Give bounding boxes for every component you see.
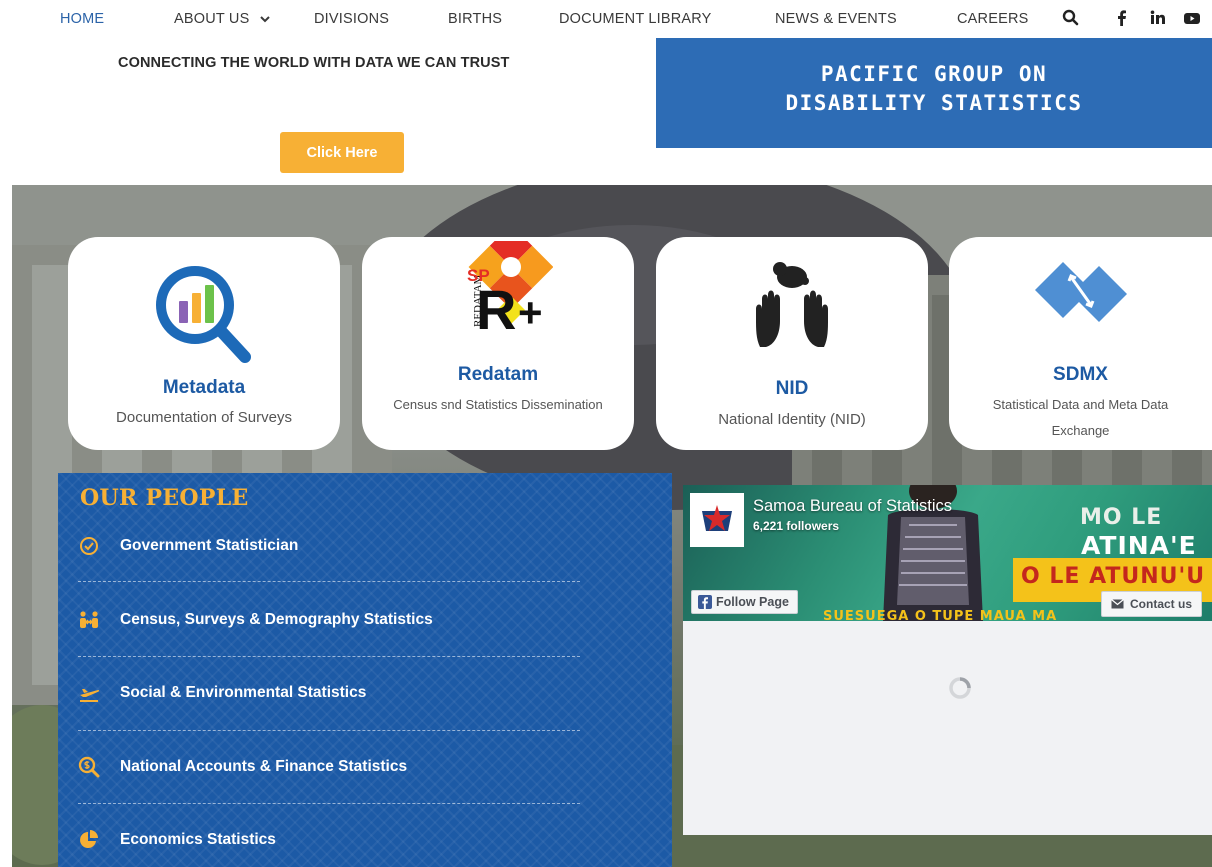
sdmx-logo xyxy=(1034,262,1127,322)
nav-careers[interactable]: CAREERS xyxy=(957,11,1029,27)
people-item-label: Census, Surveys & Demography Statistics xyxy=(120,611,433,628)
banner-line-1: PACIFIC GROUP ON xyxy=(820,62,1048,86)
card-description: Documentation of Surveys xyxy=(116,409,292,426)
facebook-icon xyxy=(698,595,712,609)
youtube-icon[interactable] xyxy=(1182,8,1202,28)
people-item-label: Government Statistician xyxy=(120,537,299,554)
search-icon[interactable] xyxy=(1061,8,1081,28)
magnifier-chart-icon xyxy=(156,266,251,363)
banner-line-2: DISABILITY STATISTICS xyxy=(785,91,1083,115)
people-item-social-environmental[interactable]: Social & Environmental Statistics xyxy=(78,673,580,713)
page-avatar[interactable] xyxy=(690,493,744,547)
card-title: Metadata xyxy=(162,377,246,398)
people-icon xyxy=(80,611,98,628)
cover-line-1: MO LE xyxy=(1080,505,1163,530)
people-item-label: National Accounts & Finance Statistics xyxy=(120,758,408,775)
check-circle-icon xyxy=(80,537,98,555)
cover-line-3: O LE ATUNU'U xyxy=(1021,564,1206,589)
envelope-icon xyxy=(1111,599,1124,609)
our-people-panel: OUR PEOPLE Government Statistician Censu… xyxy=(58,473,672,867)
people-item-government-statistician[interactable]: Government Statistician xyxy=(78,526,580,566)
facebook-page-name[interactable]: Samoa Bureau of Statistics xyxy=(753,497,952,516)
card-metadata[interactable]: Metadata Documentation of Surveys xyxy=(68,237,340,450)
pie-chart-icon xyxy=(80,830,98,848)
divider xyxy=(78,730,580,731)
nav-home[interactable]: HOME xyxy=(60,11,104,27)
card-sdmx[interactable]: SDMX Statistical Data and Meta Data Exch… xyxy=(949,237,1212,450)
card-title: Redatam xyxy=(457,364,539,385)
follow-page-button[interactable]: Follow Page xyxy=(691,590,798,614)
top-navigation: HOME ABOUT US DIVISIONS BIRTHS DOCUMENT … xyxy=(0,0,1212,38)
search-dollar-icon xyxy=(78,756,100,778)
click-here-button[interactable]: Click Here xyxy=(280,132,404,173)
loading-spinner-icon xyxy=(949,677,971,699)
linkedin-icon[interactable] xyxy=(1148,8,1168,28)
follow-page-label: Follow Page xyxy=(716,595,789,609)
svg-text:+: + xyxy=(518,289,543,336)
nav-divisions[interactable]: DIVISIONS xyxy=(314,11,389,27)
nav-news-events[interactable]: NEWS & EVENTS xyxy=(775,11,897,27)
card-description: Census snd Statistics Dissemination xyxy=(393,397,603,412)
people-item-label: Social & Environmental Statistics xyxy=(120,684,367,701)
facebook-page-widget: MO LE ATINA'E O LE ATUNU'U SUESUEGA O TU… xyxy=(683,485,1212,835)
pacific-group-disability-banner[interactable]: PACIFIC GROUP ON DISABILITY STATISTICS xyxy=(656,38,1212,148)
people-item-economics[interactable]: Economics Statistics xyxy=(78,820,580,860)
facebook-followers: 6,221 followers xyxy=(753,519,840,533)
divider xyxy=(78,803,580,804)
our-people-title: OUR PEOPLE xyxy=(80,485,249,511)
facebook-icon[interactable] xyxy=(1112,8,1132,28)
cover-line-2: ATINA'E xyxy=(1081,531,1197,560)
redatam-logo-sp: SP xyxy=(467,266,490,285)
card-title: NID xyxy=(775,378,809,399)
people-item-label: Economics Statistics xyxy=(120,831,276,848)
contact-us-button[interactable]: Contact us xyxy=(1101,591,1203,617)
divider xyxy=(78,656,580,657)
divider xyxy=(78,581,580,582)
facebook-cover-image[interactable]: MO LE ATINA'E O LE ATUNU'U SUESUEGA O TU… xyxy=(683,485,1212,621)
nav-document-library[interactable]: DOCUMENT LIBRARY xyxy=(559,11,712,27)
card-redatam[interactable]: R + REDATAM SP Redatam Census snd Statis… xyxy=(362,237,634,450)
nav-about-us-label: ABOUT US xyxy=(174,11,250,27)
cover-line-4: SUESUEGA O TUPE MAUA MA xyxy=(823,609,1058,621)
card-title: SDMX xyxy=(1053,364,1108,385)
people-item-national-accounts[interactable]: National Accounts & Finance Statistics xyxy=(78,747,580,787)
plane-icon xyxy=(80,689,100,702)
card-description: National Identity (NID) xyxy=(718,411,866,428)
nav-about-us[interactable]: ABOUT US xyxy=(174,11,270,27)
hero-tagline: CONNECTING THE WORLD WITH DATA WE CAN TR… xyxy=(118,55,510,71)
sbs-logo xyxy=(692,495,742,545)
card-description: Statistical Data and Meta Data Exchange xyxy=(992,397,1169,438)
redatam-logo: R + REDATAM SP xyxy=(467,241,553,337)
people-item-census[interactable]: Census, Surveys & Demography Statistics xyxy=(78,600,580,640)
contact-us-label: Contact us xyxy=(1130,597,1193,611)
hands-baby-icon xyxy=(756,262,828,347)
nav-births[interactable]: BIRTHS xyxy=(448,11,502,27)
card-nid[interactable]: NID National Identity (NID) xyxy=(656,237,928,450)
chevron-down-icon xyxy=(259,15,270,23)
